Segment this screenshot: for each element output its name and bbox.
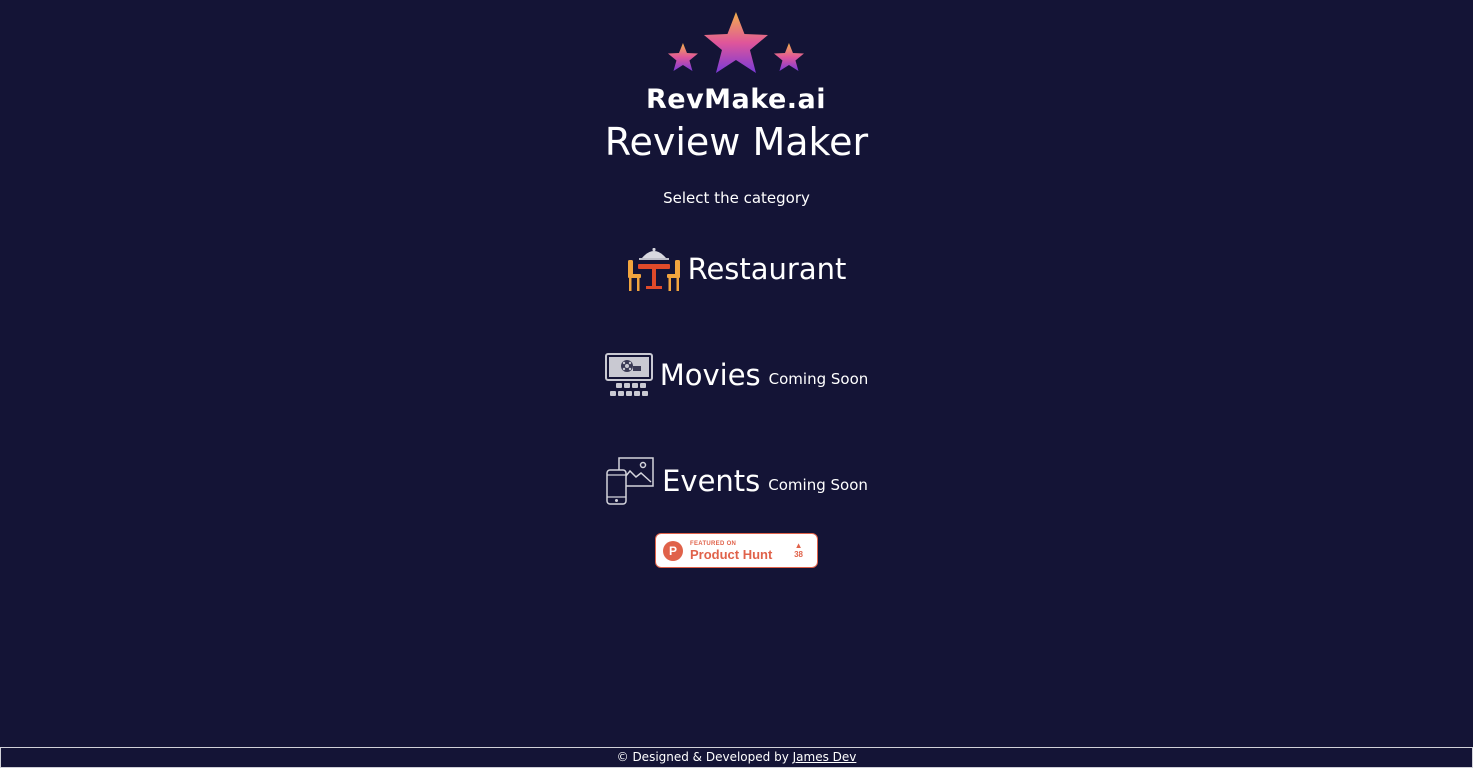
logo-text: RevMake.ai	[645, 84, 827, 115]
footer-credit-text: © Designed & Developed by	[616, 750, 793, 764]
footer: © Designed & Developed by James Dev	[0, 747, 1473, 768]
page-title: Review Maker	[604, 120, 869, 164]
stars-logo-icon	[667, 12, 804, 73]
product-hunt-name: Product Hunt	[690, 546, 773, 562]
category-label-movies: Movies	[659, 358, 761, 392]
upvote-count: 38	[794, 550, 803, 559]
page: RevMake.ai Review Maker Select the categ…	[0, 0, 1473, 768]
category-label-events: Events	[662, 464, 761, 498]
upvote-counter: ▲ 38	[794, 541, 803, 560]
coming-soon-badge: Coming Soon	[768, 476, 868, 494]
product-hunt-logo-icon: P	[663, 540, 683, 561]
events-phone-image-icon	[606, 457, 654, 505]
coming-soon-badge: Coming Soon	[768, 370, 869, 388]
brand-logo[interactable]: RevMake.ai	[646, 10, 826, 113]
page-subtitle: Select the category	[663, 189, 810, 207]
restaurant-table-icon	[627, 248, 680, 291]
category-label-restaurant: Restaurant	[687, 252, 847, 286]
cinema-screen-icon	[604, 353, 653, 396]
product-hunt-badge[interactable]: P FEATURED ON Product Hunt ▲ 38	[655, 533, 818, 568]
category-events[interactable]: Events Coming Soon	[0, 455, 1473, 507]
upvote-arrow-icon: ▲	[794, 541, 803, 550]
category-movies[interactable]: Movies Coming Soon	[0, 350, 1473, 400]
product-hunt-text: FEATURED ON Product Hunt	[690, 540, 772, 562]
category-restaurant[interactable]: Restaurant	[0, 244, 1473, 294]
author-link[interactable]: James Dev	[793, 750, 857, 764]
